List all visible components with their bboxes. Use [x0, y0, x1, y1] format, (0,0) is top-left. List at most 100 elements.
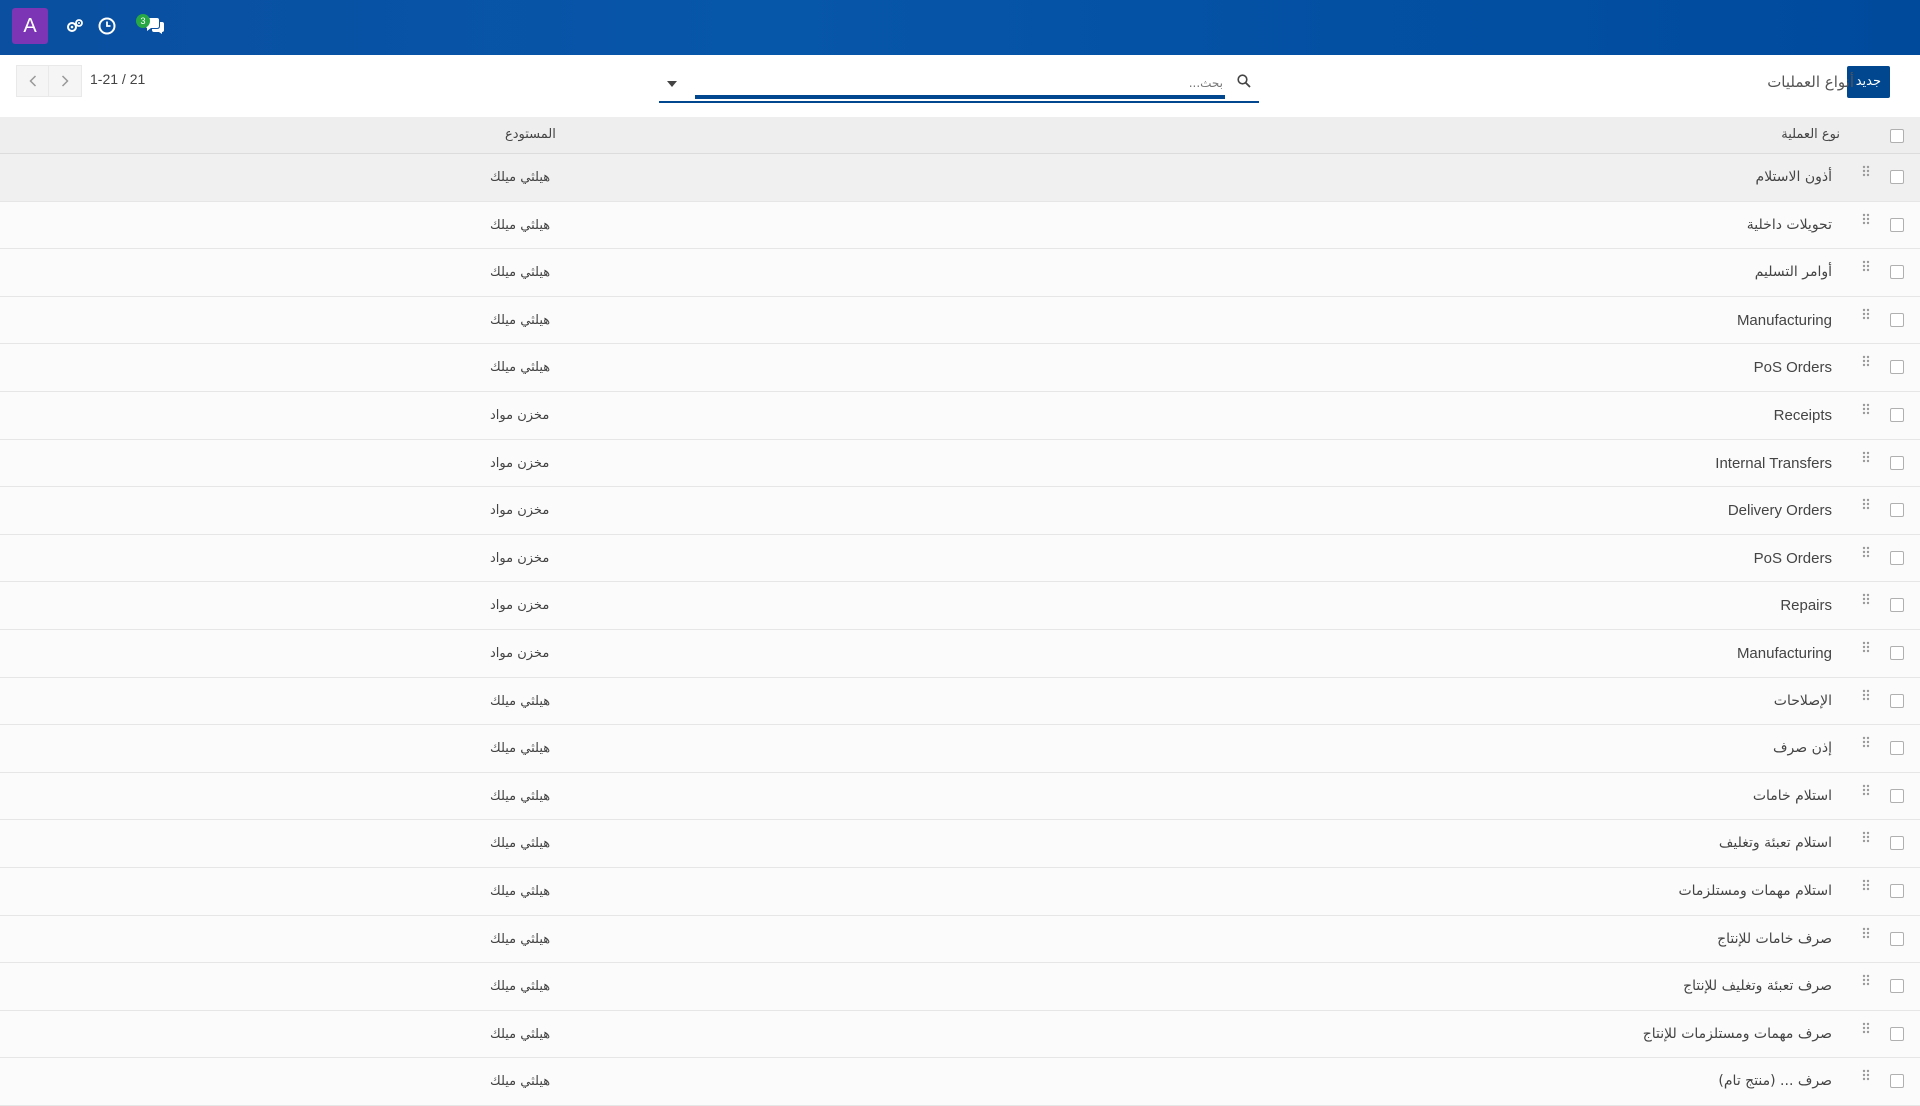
- row-checkbox[interactable]: [1890, 693, 1904, 708]
- warehouse-cell: هيلثي ميلك: [490, 979, 551, 995]
- drag-handle-icon[interactable]: [1862, 735, 1870, 754]
- table-row[interactable]: Repairs مخزن مواد: [0, 582, 1920, 630]
- pager-value[interactable]: 1-21 / 21: [90, 71, 145, 87]
- row-checkbox[interactable]: [1890, 312, 1904, 327]
- row-checkbox[interactable]: [1890, 979, 1904, 994]
- drag-handle-icon[interactable]: [1862, 783, 1870, 802]
- table-header: نوع العملية المستودع: [0, 117, 1920, 154]
- warehouse-cell: مخزن مواد: [490, 503, 550, 519]
- drag-handle-icon[interactable]: [1862, 830, 1870, 849]
- row-checkbox[interactable]: [1890, 170, 1904, 184]
- table-row[interactable]: صرف مهمات ومستلزمات للإنتاج هيلثي ميلك: [0, 1010, 1920, 1059]
- pager-previous-button[interactable]: [16, 65, 50, 97]
- drag-handle-icon[interactable]: [1862, 212, 1870, 231]
- table-row[interactable]: صرف تعبئة وتغليف للإنتاج هيلثي ميلك: [0, 963, 1920, 1011]
- table-row[interactable]: PoS Orders هيلثي ميلك: [0, 344, 1920, 392]
- drag-handle-icon[interactable]: [1862, 450, 1870, 469]
- table-row[interactable]: تحويلات داخلية هيلثي ميلك: [0, 201, 1920, 250]
- drag-handle-icon[interactable]: [1862, 259, 1870, 278]
- table-row[interactable]: إذن صرف هيلثي ميلك: [0, 725, 1920, 773]
- row-checkbox[interactable]: [1890, 407, 1904, 422]
- search-input[interactable]: [695, 71, 1225, 99]
- row-checkbox[interactable]: [1890, 645, 1904, 660]
- row-checkbox[interactable]: [1890, 931, 1904, 946]
- table-row[interactable]: الإصلاحات هيلثي ميلك: [0, 677, 1920, 726]
- table-row[interactable]: صرف ... (منتج تام) هيلثي ميلك: [0, 1058, 1920, 1106]
- search-options-toggle[interactable]: [667, 81, 677, 87]
- drag-handle-icon[interactable]: [1862, 878, 1870, 897]
- operation-type-cell: تحويلات داخلية: [1746, 216, 1832, 233]
- table-row[interactable]: صرف خامات للإنتاج هيلثي ميلك: [0, 915, 1920, 964]
- drag-handle-icon[interactable]: [1862, 164, 1870, 183]
- warehouse-cell: هيلثي ميلك: [490, 265, 551, 281]
- drag-handle-icon[interactable]: [1862, 592, 1870, 611]
- drag-handle-icon[interactable]: [1862, 1068, 1870, 1087]
- warehouse-cell: مخزن مواد: [490, 598, 550, 614]
- row-checkbox[interactable]: [1890, 360, 1904, 375]
- table-row[interactable]: استلام خامات هيلثي ميلك: [0, 772, 1920, 821]
- drag-handle-icon[interactable]: [1862, 497, 1870, 516]
- select-all-checkbox[interactable]: [1890, 129, 1904, 143]
- column-header-warehouse[interactable]: المستودع: [505, 127, 556, 142]
- row-checkbox[interactable]: [1890, 788, 1904, 803]
- row-checkbox[interactable]: [1890, 1074, 1904, 1089]
- drag-handle-icon[interactable]: [1862, 1021, 1870, 1040]
- row-checkbox[interactable]: [1890, 1026, 1904, 1041]
- operation-type-cell: Receipts: [1773, 406, 1832, 424]
- row-checkbox[interactable]: [1890, 836, 1904, 851]
- operation-type-cell: صرف تعبئة وتغليف للإنتاج: [1683, 978, 1832, 995]
- breadcrumb[interactable]: أنواع العمليات: [1767, 73, 1854, 91]
- operation-type-cell: Manufacturing: [1736, 311, 1832, 329]
- search-icon[interactable]: [1237, 73, 1251, 92]
- operation-type-cell: استلام مهمات ومستلزمات: [1678, 882, 1832, 899]
- drag-handle-icon[interactable]: [1862, 688, 1870, 707]
- table-row[interactable]: استلام مهمات ومستلزمات هيلثي ميلك: [0, 867, 1920, 916]
- row-checkbox[interactable]: [1890, 741, 1904, 756]
- drag-handle-icon[interactable]: [1862, 354, 1870, 373]
- row-checkbox[interactable]: [1890, 598, 1904, 613]
- table-row[interactable]: استلام تعبئة وتغليف هيلثي ميلك: [0, 820, 1920, 868]
- drag-handle-icon[interactable]: [1862, 307, 1870, 326]
- row-checkbox[interactable]: [1890, 455, 1904, 470]
- operation-type-cell: أوامر التسليم: [1754, 264, 1832, 281]
- warehouse-cell: مخزن مواد: [490, 407, 550, 423]
- drag-handle-icon[interactable]: [1862, 926, 1870, 945]
- table-row[interactable]: Manufacturing مخزن مواد: [0, 629, 1920, 678]
- row-checkbox[interactable]: [1890, 265, 1904, 280]
- operation-types-table: نوع العملية المستودع أذون الاستلام هيلثي …: [0, 117, 1920, 1106]
- table-row[interactable]: PoS Orders مخزن مواد: [0, 534, 1920, 583]
- table-row[interactable]: Receipts مخزن مواد: [0, 391, 1920, 440]
- table-row[interactable]: Delivery Orders مخزن مواد: [0, 487, 1920, 535]
- settings-icon[interactable]: [64, 15, 86, 37]
- table-row[interactable]: Manufacturing هيلثي ميلك: [0, 296, 1920, 345]
- column-header-operation-type[interactable]: نوع العملية: [1781, 127, 1840, 142]
- drag-handle-icon[interactable]: [1862, 545, 1870, 564]
- row-checkbox[interactable]: [1890, 217, 1904, 232]
- pager-next-button[interactable]: [48, 65, 82, 97]
- table-row[interactable]: أذون الاستلام هيلثي ميلك: [0, 154, 1920, 202]
- chevron-left-icon: [29, 72, 37, 91]
- table-row[interactable]: أوامر التسليم هيلثي ميلك: [0, 249, 1920, 297]
- top-navbar: A 3: [0, 0, 1920, 55]
- warehouse-cell: مخزن مواد: [490, 645, 550, 661]
- row-checkbox[interactable]: [1890, 550, 1904, 565]
- operation-type-cell: PoS Orders: [1753, 359, 1832, 377]
- table-row[interactable]: Internal Transfers مخزن مواد: [0, 439, 1920, 488]
- warehouse-cell: هيلثي ميلك: [490, 693, 551, 709]
- drag-handle-icon[interactable]: [1862, 402, 1870, 421]
- warehouse-cell: مخزن مواد: [490, 455, 550, 471]
- warehouse-cell: هيلثي ميلك: [490, 788, 551, 804]
- drag-handle-icon[interactable]: [1862, 640, 1870, 659]
- warehouse-cell: هيلثي ميلك: [490, 931, 551, 947]
- drag-handle-icon[interactable]: [1862, 973, 1870, 992]
- warehouse-cell: هيلثي ميلك: [490, 1026, 551, 1042]
- row-checkbox[interactable]: [1890, 883, 1904, 898]
- avatar-letter: A: [23, 14, 37, 37]
- table-body: أذون الاستلام هيلثي ميلك تحويلات داخلية هيل…: [0, 154, 1920, 1106]
- warehouse-cell: هيلثي ميلك: [490, 1074, 551, 1090]
- warehouse-cell: هيلثي ميلك: [490, 170, 551, 185]
- warehouse-cell: مخزن مواد: [490, 550, 550, 566]
- row-checkbox[interactable]: [1890, 503, 1904, 518]
- clock-icon[interactable]: [96, 15, 118, 37]
- user-avatar[interactable]: A: [12, 8, 48, 44]
